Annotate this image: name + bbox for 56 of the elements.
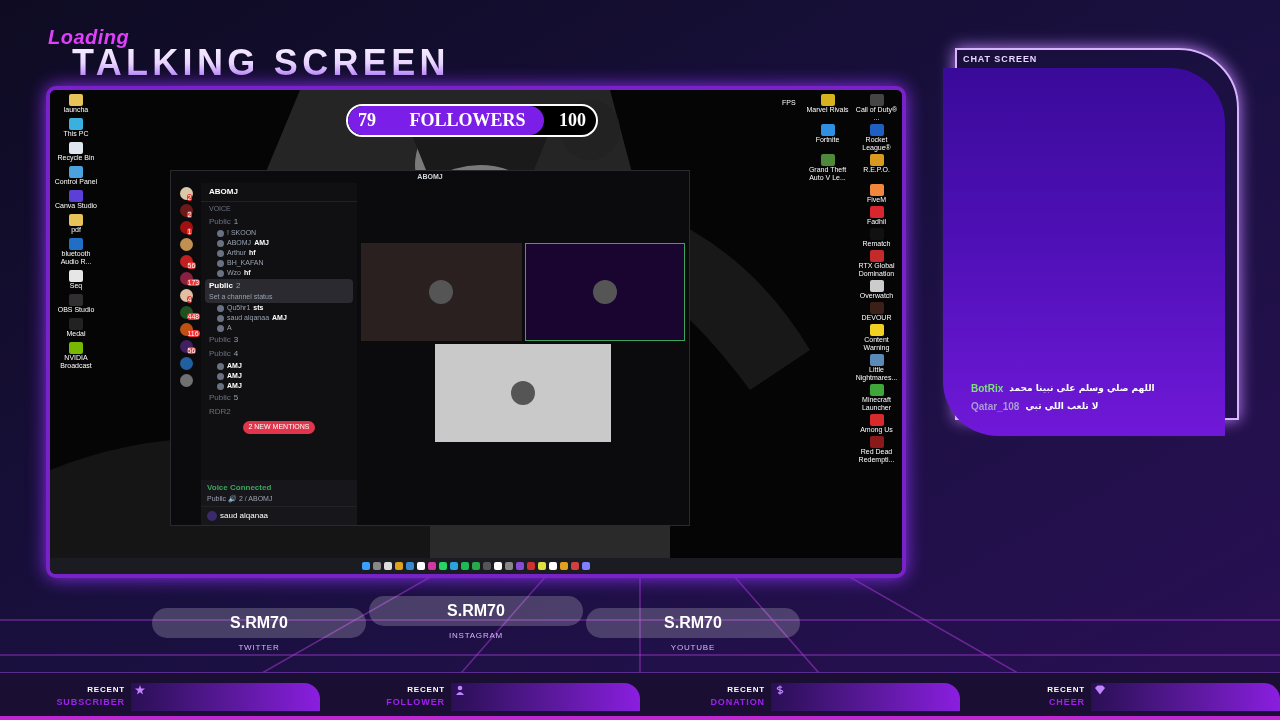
voice-channel[interactable]: Public 5 — [205, 391, 353, 405]
user-name: saud alqanaa — [220, 510, 269, 522]
chat-message: اللهم صلي وسلم على نبينا محمد — [1009, 381, 1155, 396]
server-icon[interactable] — [179, 204, 193, 217]
social-network: YOUTUBE — [669, 642, 717, 654]
social-network: TWITTER — [237, 642, 281, 654]
recent-type: SUBSCRIBER — [56, 695, 125, 709]
chat-title: CHAT SCREEN — [963, 53, 1038, 66]
user-count: 3 — [233, 334, 239, 346]
channel-name: Public — [209, 279, 233, 292]
recent-label: RECENT — [1047, 683, 1085, 696]
chat-username: BotRix — [971, 382, 1004, 396]
user-count: 2 — [236, 279, 241, 292]
recent-type: DONATION — [710, 695, 765, 709]
recent-type: FOLLOWER — [386, 695, 445, 709]
avatar — [207, 511, 217, 521]
channel-name: Public — [209, 392, 231, 404]
recent-label: RECENT — [87, 683, 125, 696]
goal-target: 100 — [559, 109, 586, 132]
avatar — [429, 280, 454, 304]
channel-name: Public — [209, 215, 231, 228]
voice-channel[interactable]: Public 4 — [205, 347, 353, 361]
recent-label: RECENT — [727, 683, 765, 696]
server-icon[interactable] — [179, 255, 193, 268]
voice-channel[interactable]: RDR2 — [205, 405, 353, 419]
channel-name: Public — [209, 348, 231, 360]
recent-label: RECENT — [407, 683, 445, 696]
chat-username: Qatar_108 — [971, 400, 1020, 414]
recent-type: CHEER — [1048, 695, 1085, 709]
goal-label: FOLLOWERS — [409, 109, 526, 132]
avatar — [592, 280, 617, 304]
channel-name: Public — [209, 334, 231, 346]
server-name: ABOMJ — [201, 183, 357, 202]
server-icon[interactable] — [179, 221, 193, 234]
social-handle: S.RM70 — [230, 613, 288, 633]
server-icon[interactable] — [179, 289, 193, 302]
voice-channel[interactable]: Public 3 — [205, 333, 353, 347]
user-count: 5 — [233, 392, 239, 404]
channel-name: RDR2 — [209, 406, 231, 418]
avatar — [511, 381, 535, 405]
social-handle: S.RM70 — [664, 613, 722, 633]
user-count: 4 — [233, 348, 239, 360]
server-icon[interactable] — [179, 187, 193, 200]
dollar-icon — [774, 684, 785, 695]
server-icon[interactable] — [179, 238, 193, 251]
social-network: INSTAGRAM — [447, 630, 505, 642]
chat-message: لا تلعب اللي تبي — [1025, 399, 1099, 413]
user-count: 1 — [233, 215, 239, 228]
social-handle: S.RM70 — [447, 601, 505, 621]
follower-count: 79 — [358, 109, 376, 132]
server-icon[interactable] — [179, 340, 193, 353]
voice-channel[interactable]: Public 1 — [205, 214, 353, 229]
diamond-icon — [1094, 684, 1105, 695]
star-icon — [134, 684, 145, 695]
voice-status: Voice Connected — [207, 481, 273, 494]
person-icon — [454, 684, 465, 695]
